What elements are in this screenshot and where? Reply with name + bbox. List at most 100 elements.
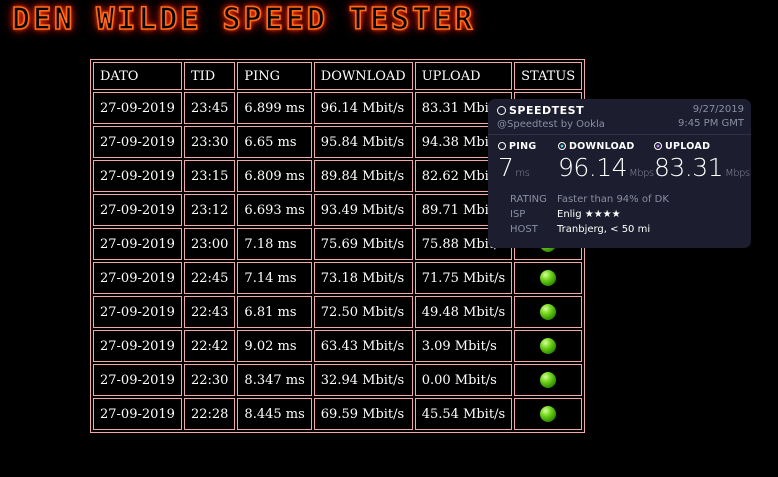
- isp-rating-stars: ★★★★: [584, 209, 621, 220]
- download-label: DOWNLOAD: [569, 141, 635, 152]
- rating-row: RATING Faster than 94% of DK: [510, 194, 669, 205]
- status-ok-icon: [540, 304, 557, 320]
- host-row: HOST Tranbjerg, < 50 mi: [510, 224, 650, 235]
- ping-label: PING: [509, 141, 537, 152]
- cell-upload: 71.75 Mbit/s: [414, 262, 513, 294]
- upload-metric: UPLOAD 83.31 Mbps: [654, 141, 750, 182]
- cell-upload: 49.48 Mbit/s: [414, 296, 513, 328]
- cell-status: [514, 364, 583, 396]
- cell-tid: 22:43: [183, 296, 236, 328]
- cell-ping: 6.81 ms: [237, 296, 312, 328]
- cell-download: 72.50 Mbit/s: [313, 296, 413, 328]
- table-row: 27-09-2019 22:30 8.347 ms 32.94 Mbit/s 0.00 …: [93, 364, 583, 396]
- cell-download: 93.49 Mbit/s: [313, 194, 413, 226]
- download-metric: DOWNLOAD 96.14 Mbps: [558, 141, 654, 182]
- cell-upload: 0.00 Mbit/s: [414, 364, 513, 396]
- cell-download: 32.94 Mbit/s: [313, 364, 413, 396]
- cell-tid: 22:45: [183, 262, 236, 294]
- upload-label: UPLOAD: [665, 141, 711, 152]
- header-upload: UPLOAD: [414, 62, 513, 90]
- isp-label: ISP: [510, 209, 526, 220]
- upload-value: 83.31: [654, 153, 724, 182]
- cell-tid: 23:00: [183, 228, 236, 260]
- cell-tid: 22:28: [183, 398, 236, 430]
- cell-ping: 8.347 ms: [237, 364, 312, 396]
- cell-ping: 6.65 ms: [237, 126, 312, 158]
- download-icon: [558, 142, 566, 150]
- test-date: 9/27/2019: [692, 104, 744, 115]
- cell-dato: 27-09-2019: [93, 92, 182, 124]
- cell-status: [514, 330, 583, 362]
- header-tid: TID: [183, 62, 236, 90]
- status-ok-icon: [540, 406, 557, 422]
- cell-tid: 23:12: [183, 194, 236, 226]
- table-row: 27-09-2019 22:42 9.02 ms 63.43 Mbit/s 3.09 M…: [93, 330, 583, 362]
- status-ok-icon: [540, 338, 557, 354]
- cell-dato: 27-09-2019: [93, 126, 182, 158]
- cell-ping: 7.14 ms: [237, 262, 312, 294]
- header-ping: PING: [237, 62, 312, 90]
- cell-download: 69.59 Mbit/s: [313, 398, 413, 430]
- upload-icon: [654, 142, 662, 150]
- ping-unit: ms: [515, 168, 530, 179]
- isp-value: Enlig: [557, 209, 582, 220]
- cell-status: [514, 262, 583, 294]
- speedtest-logo-icon: [497, 106, 506, 115]
- cell-dato: 27-09-2019: [93, 296, 182, 328]
- cell-dato: 27-09-2019: [93, 194, 182, 226]
- status-ok-icon: [540, 372, 557, 388]
- upload-unit: Mbps: [725, 168, 750, 179]
- cell-download: 95.84 Mbit/s: [313, 126, 413, 158]
- rating-label: RATING: [510, 194, 547, 205]
- cell-download: 96.14 Mbit/s: [313, 92, 413, 124]
- cell-tid: 23:45: [183, 92, 236, 124]
- cell-download: 63.43 Mbit/s: [313, 330, 413, 362]
- cell-dato: 27-09-2019: [93, 330, 182, 362]
- status-ok-icon: [540, 270, 557, 286]
- cell-dato: 27-09-2019: [93, 262, 182, 294]
- header-status: STATUS: [514, 62, 583, 90]
- cell-download: 73.18 Mbit/s: [313, 262, 413, 294]
- speedtest-brand: SPEEDTEST: [497, 104, 584, 117]
- table-header-row: DATO TID PING DOWNLOAD UPLOAD STATUS: [93, 62, 583, 90]
- cell-download: 89.84 Mbit/s: [313, 160, 413, 192]
- cell-dato: 27-09-2019: [93, 398, 182, 430]
- cell-tid: 23:15: [183, 160, 236, 192]
- cell-dato: 27-09-2019: [93, 228, 182, 260]
- header-download: DOWNLOAD: [313, 62, 413, 90]
- brand-text: SPEEDTEST: [509, 104, 585, 117]
- ping-metric: PING 7 ms: [498, 141, 536, 182]
- download-unit: Mbps: [629, 168, 654, 179]
- cell-download: 75.69 Mbit/s: [313, 228, 413, 260]
- cell-dato: 27-09-2019: [93, 160, 182, 192]
- cell-ping: 7.18 ms: [237, 228, 312, 260]
- test-time: 9:45 PM GMT: [678, 118, 744, 129]
- speedtest-handle: @Speedtest by Ookla: [497, 119, 605, 130]
- cell-status: [514, 398, 583, 430]
- rating-value: Faster than 94% of DK: [557, 194, 669, 205]
- cell-dato: 27-09-2019: [93, 364, 182, 396]
- card-divider: [488, 134, 751, 135]
- host-label: HOST: [510, 224, 538, 235]
- table-row: 27-09-2019 22:28 8.445 ms 69.59 Mbit/s 45.54…: [93, 398, 583, 430]
- header-dato: DATO: [93, 62, 182, 90]
- cell-ping: 6.809 ms: [237, 160, 312, 192]
- table-row: 27-09-2019 22:43 6.81 ms 72.50 Mbit/s 49.48 …: [93, 296, 583, 328]
- cell-upload: 3.09 Mbit/s: [414, 330, 513, 362]
- cell-upload: 45.54 Mbit/s: [414, 398, 513, 430]
- ping-value: 7: [498, 153, 514, 182]
- download-value: 96.14: [558, 153, 628, 182]
- cell-tid: 22:42: [183, 330, 236, 362]
- ping-icon: [498, 142, 506, 150]
- cell-tid: 22:30: [183, 364, 236, 396]
- cell-ping: 9.02 ms: [237, 330, 312, 362]
- cell-status: [514, 296, 583, 328]
- isp-row: ISP Enlig ★★★★: [510, 209, 621, 220]
- host-value: Tranbjerg, < 50 mi: [557, 224, 651, 235]
- table-row: 27-09-2019 22:45 7.14 ms 73.18 Mbit/s 71.75 …: [93, 262, 583, 294]
- cell-tid: 23:30: [183, 126, 236, 158]
- cell-ping: 6.899 ms: [237, 92, 312, 124]
- cell-ping: 6.693 ms: [237, 194, 312, 226]
- page-title: DEN WILDE SPEED TESTER: [11, 1, 476, 38]
- speedtest-result-card: SPEEDTEST @Speedtest by Ookla 9/27/2019 …: [488, 99, 751, 248]
